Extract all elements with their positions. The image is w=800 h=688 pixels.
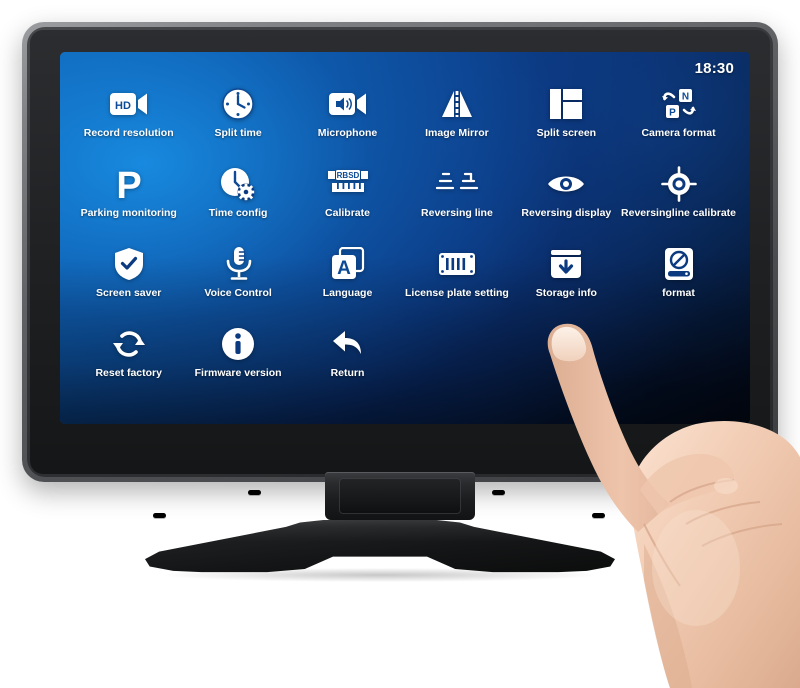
- svg-text:RBSD: RBSD: [336, 171, 359, 180]
- crosshair-target-icon: [660, 164, 697, 204]
- monitor-device: 18:30 HD Record resolution Split time Mi…: [22, 22, 778, 482]
- menu-item-voice-control[interactable]: Voice Control: [183, 244, 292, 312]
- menu-label: Firmware version: [194, 367, 282, 379]
- menu-item-reversing-line[interactable]: Reversing line: [402, 164, 511, 232]
- menu-label: Split screen: [536, 127, 597, 139]
- menu-label: Reversingline calibrate: [621, 207, 736, 219]
- svg-text:P: P: [669, 108, 676, 119]
- menu-label: Reset factory: [95, 367, 162, 379]
- menu-label: Reversing line: [421, 207, 493, 219]
- np-format-swap-icon: N P: [661, 84, 697, 124]
- stand-screw-hole: [492, 490, 505, 495]
- language-a-card-icon: A: [331, 244, 365, 284]
- menu-item-parking-monitoring[interactable]: P Parking monitoring: [74, 164, 183, 232]
- menu-item-calibrate[interactable]: RBSD Calibrate: [293, 164, 402, 232]
- menu-item-storage-info[interactable]: Storage info: [512, 244, 621, 312]
- menu-item-time-config[interactable]: Time config: [183, 164, 292, 232]
- menu-item-record-resolution[interactable]: HD Record resolution: [74, 84, 183, 152]
- menu-label: Storage info: [535, 287, 597, 299]
- menu-item-microphone-rec[interactable]: Microphone: [293, 84, 402, 152]
- shield-check-icon: [114, 244, 144, 284]
- hand-highlight: [652, 510, 740, 626]
- finger-creases: [643, 479, 783, 587]
- menu-label: Image Mirror: [425, 127, 489, 139]
- clock-icon: [221, 84, 255, 124]
- menu-item-reset-factory[interactable]: Reset factory: [74, 324, 183, 392]
- menu-label: License plate setting: [404, 287, 509, 299]
- menu-item-reversingline-calibrate[interactable]: Reversingline calibrate: [621, 164, 736, 232]
- microphone-icon: [223, 244, 253, 284]
- monitor-stand: [0, 470, 800, 582]
- hd-camcorder-icon: HD: [109, 84, 148, 124]
- menu-item-split-screen[interactable]: Split screen: [512, 84, 621, 152]
- menu-label: Screen saver: [96, 287, 162, 299]
- mirror-triangles-icon: [438, 84, 476, 124]
- stand-screw-hole: [592, 513, 605, 518]
- menu-item-split-time[interactable]: Split time: [183, 84, 292, 152]
- stand-drop-shadow: [165, 568, 595, 582]
- svg-text:P: P: [116, 166, 141, 202]
- stand-screw-hole: [248, 490, 261, 495]
- status-bar-clock: 18:30: [694, 60, 734, 77]
- microphone-camcorder-icon: [328, 84, 367, 124]
- stand-base: [145, 512, 615, 574]
- license-plate-icon: [438, 244, 476, 284]
- menu-item-firmware-version[interactable]: Firmware version: [183, 324, 292, 392]
- stand-neck-face: [339, 478, 461, 514]
- device-screen[interactable]: 18:30 HD Record resolution Split time Mi…: [60, 52, 750, 424]
- rbsd-ruler-icon: RBSD: [327, 164, 368, 204]
- menu-label: Calibrate: [325, 207, 370, 219]
- menu-item-return[interactable]: Return: [293, 324, 402, 392]
- menu-label: Microphone: [317, 127, 378, 139]
- info-circle-icon: [221, 324, 255, 364]
- svg-text:A: A: [337, 258, 351, 279]
- storage-download-icon: [549, 244, 583, 284]
- menu-item-screen-saver[interactable]: Screen saver: [74, 244, 183, 312]
- menu-label: Record resolution: [83, 127, 174, 139]
- reversing-lines-icon: [435, 164, 479, 204]
- menu-item-format[interactable]: format: [621, 244, 736, 312]
- menu-item-language[interactable]: A Language: [293, 244, 402, 312]
- menu-label: Return: [330, 367, 365, 379]
- menu-item-image-mirror[interactable]: Image Mirror: [402, 84, 511, 152]
- menu-label: Reversing display: [521, 207, 612, 219]
- clock-gear-icon: [220, 164, 256, 204]
- menu-label: Time config: [208, 207, 268, 219]
- stand-base-sheen: [145, 520, 615, 573]
- refresh-cycle-icon: [112, 324, 146, 364]
- svg-text:HD: HD: [115, 100, 131, 112]
- eye-icon: [547, 164, 585, 204]
- stand-screw-hole: [153, 513, 166, 518]
- menu-label: Parking monitoring: [80, 207, 177, 219]
- settings-menu-grid: HD Record resolution Split time Micropho…: [74, 84, 736, 392]
- split-screen-grid-icon: [550, 84, 583, 124]
- thumb-shadow: [644, 544, 692, 688]
- stand-base-surface: [145, 520, 615, 573]
- menu-item-license-plate-setting[interactable]: License plate setting: [402, 244, 511, 312]
- disk-forbidden-icon: [663, 244, 695, 284]
- menu-item-reversing-display[interactable]: Reversing display: [512, 164, 621, 232]
- svg-text:N: N: [681, 92, 688, 103]
- menu-label: Language: [322, 287, 373, 299]
- menu-label: format: [662, 287, 695, 299]
- menu-label: Camera format: [641, 127, 716, 139]
- menu-label: Split time: [214, 127, 262, 139]
- back-arrow-icon: [331, 324, 365, 364]
- menu-item-camera-format[interactable]: N P Camera format: [621, 84, 736, 152]
- menu-label: Voice Control: [204, 287, 272, 299]
- parking-p-icon: P: [114, 164, 144, 204]
